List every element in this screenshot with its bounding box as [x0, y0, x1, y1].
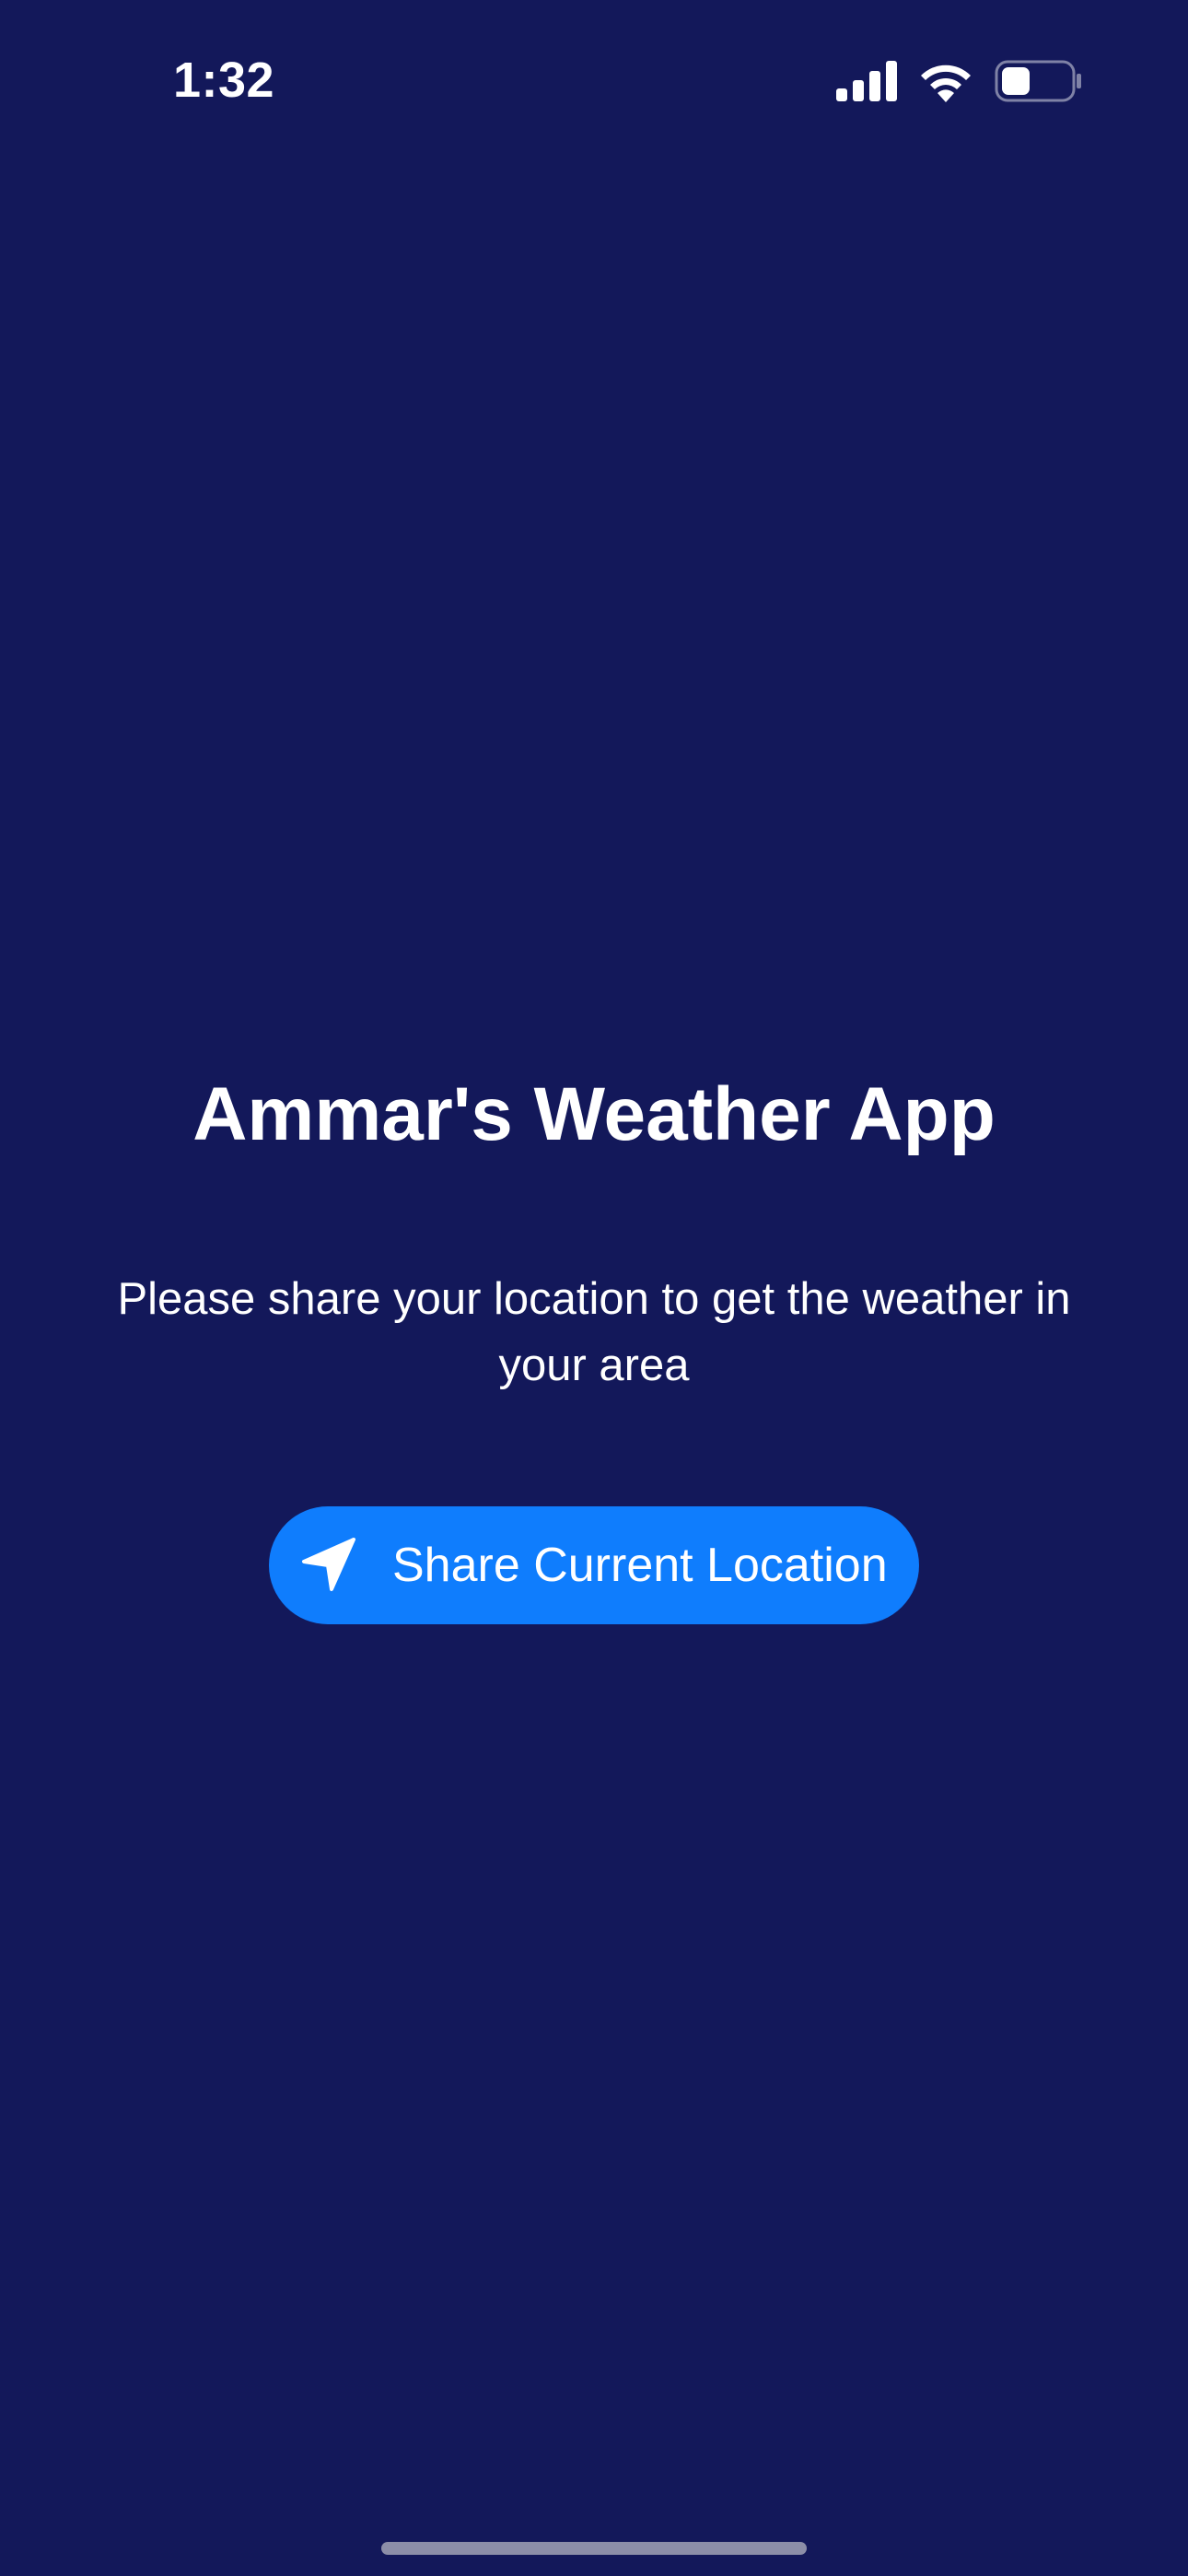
app-title: Ammar's Weather App: [192, 1072, 996, 1156]
status-time: 1:32: [173, 53, 275, 108]
cellular-signal-icon: [836, 61, 897, 101]
share-location-button-label: Share Current Location: [392, 1539, 888, 1592]
home-indicator[interactable]: [381, 2542, 807, 2555]
battery-icon: [995, 60, 1083, 102]
status-icons: [836, 53, 1083, 109]
share-location-button[interactable]: Share Current Location: [269, 1506, 919, 1624]
location-prompt-text: Please share your location to get the we…: [117, 1274, 1071, 1390]
location-arrow-icon: [297, 1532, 363, 1598]
app-screen: 1:32 Ammar's Weather App Please share yo…: [0, 0, 1188, 2576]
wifi-icon: [917, 60, 974, 102]
